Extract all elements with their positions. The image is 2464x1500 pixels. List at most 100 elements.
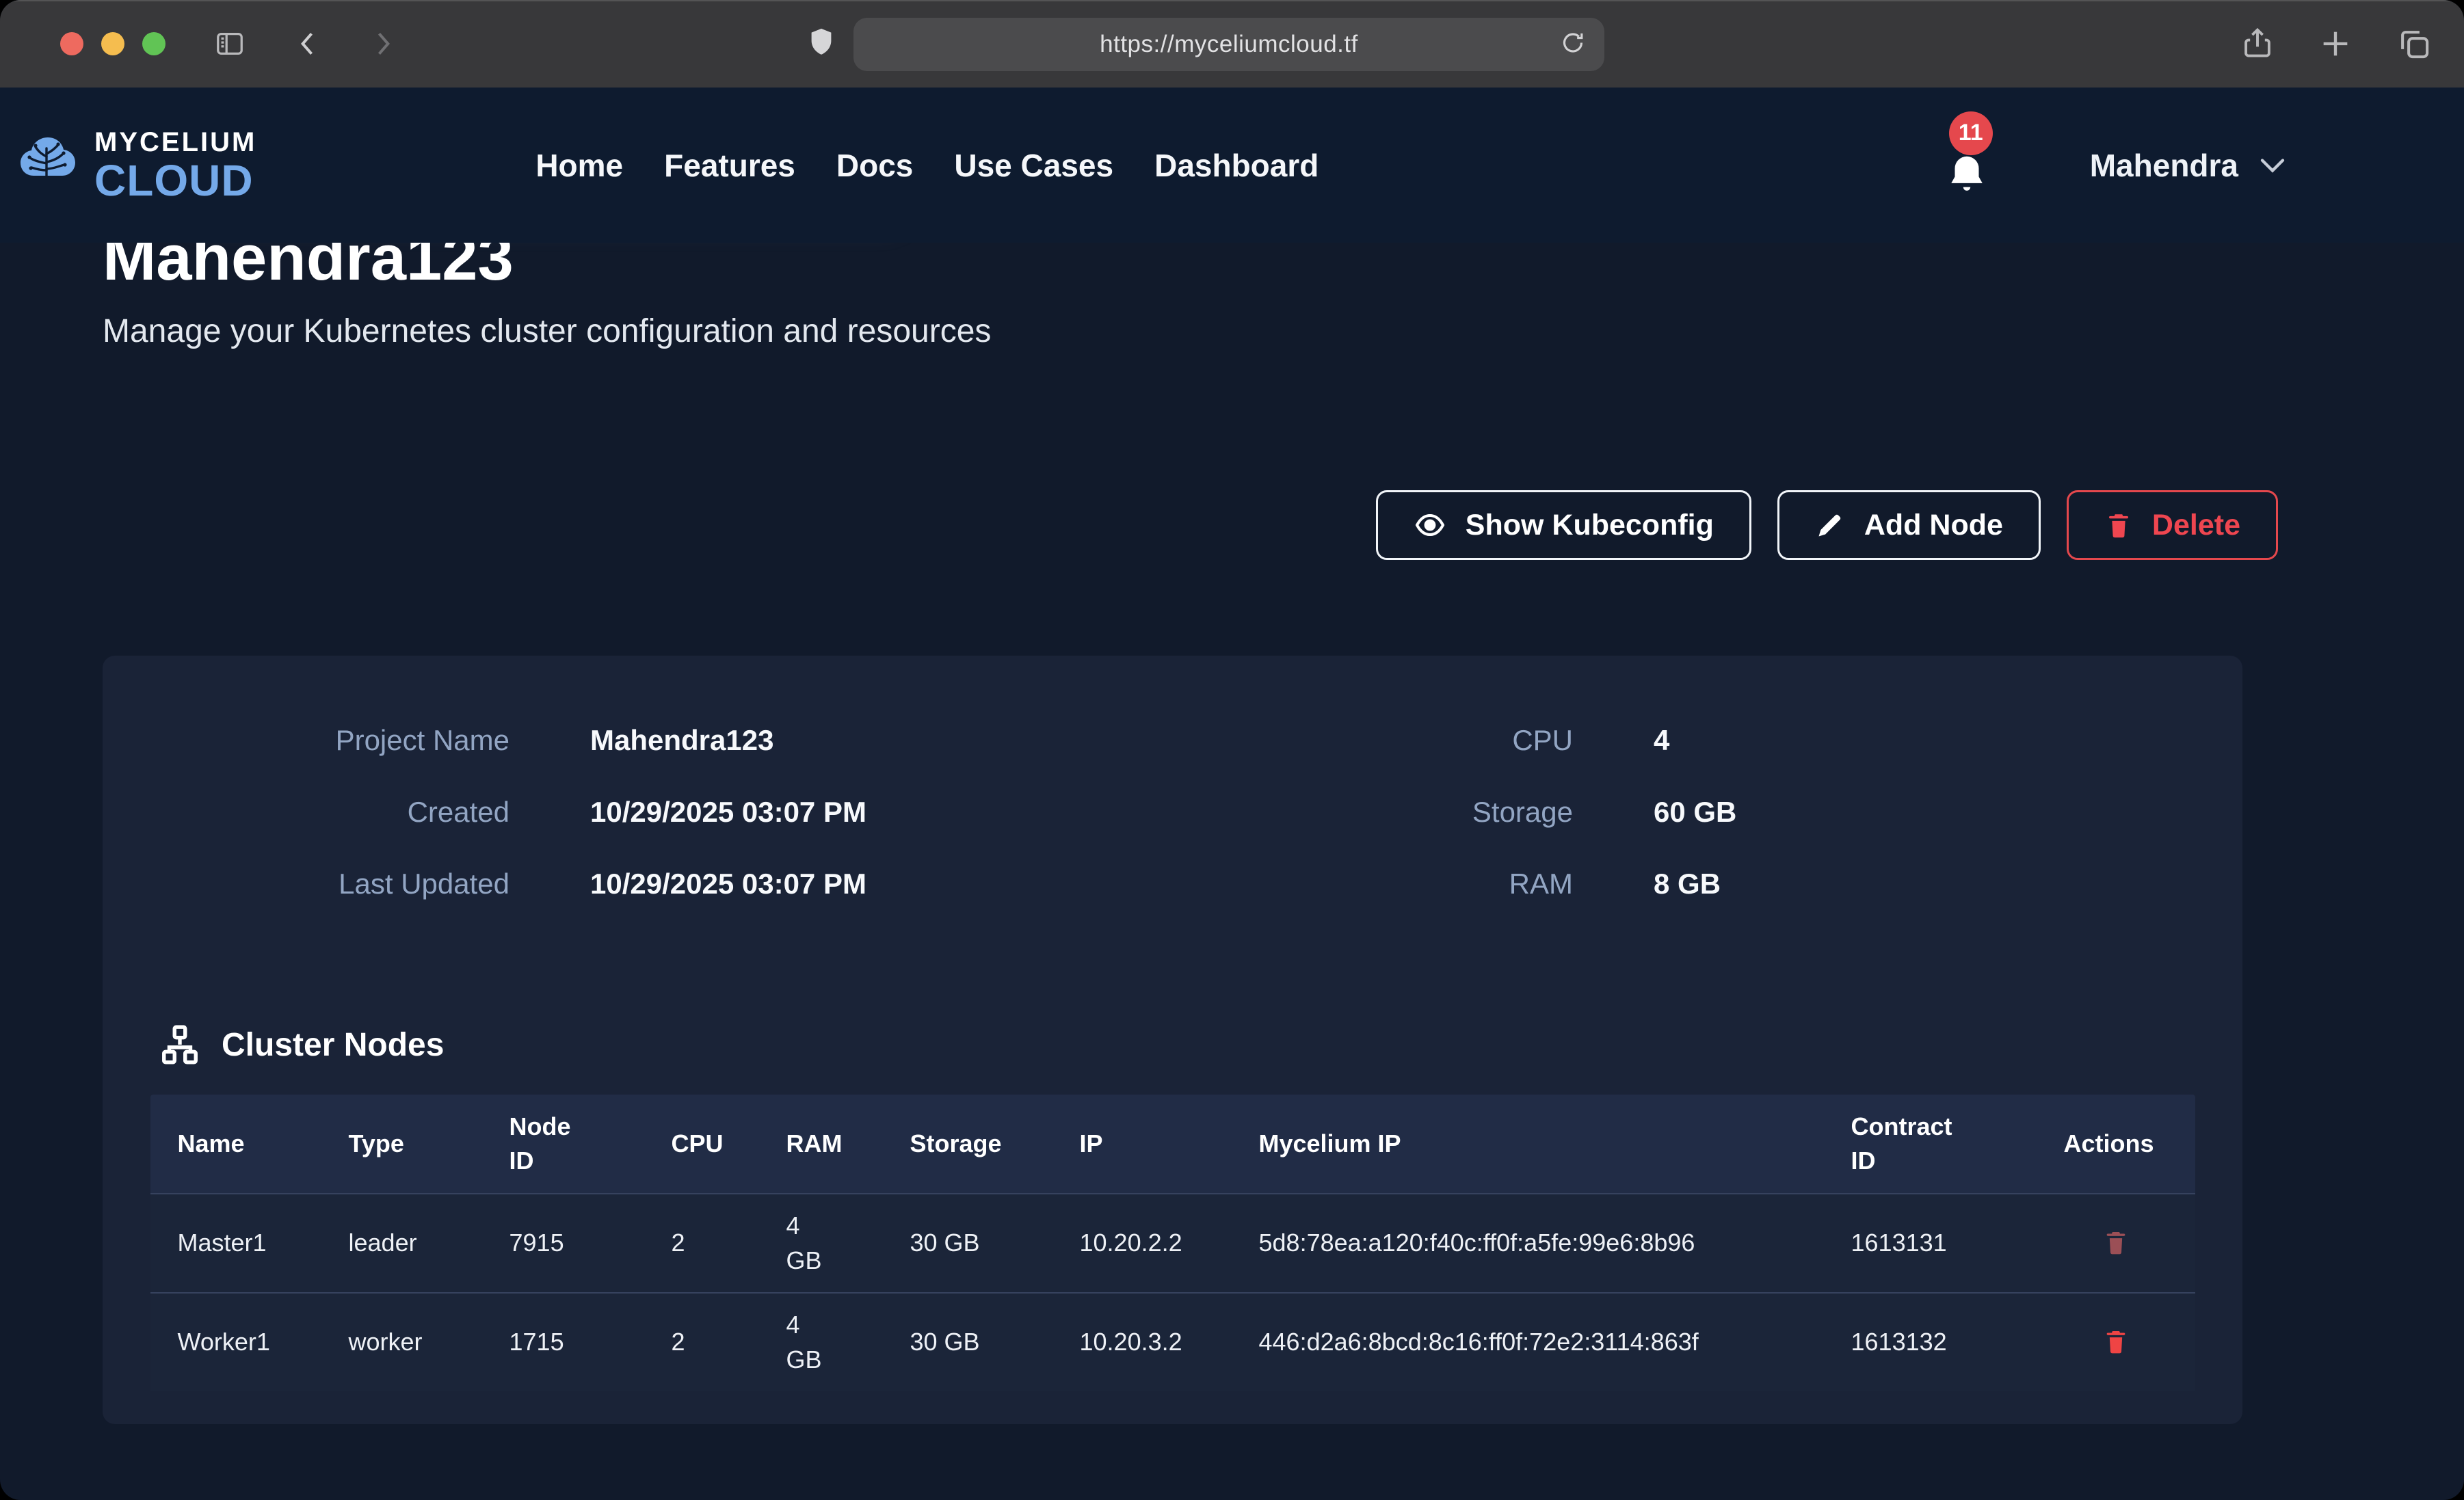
- user-menu[interactable]: Mahendra: [2090, 147, 2286, 184]
- project-name-label: Project Name: [103, 724, 509, 757]
- delete-label: Delete: [2152, 509, 2240, 542]
- created-label: Created: [103, 796, 509, 829]
- network-icon: [159, 1023, 201, 1066]
- site-navbar: MYCELIUM CLOUD Home Features Docs Use Ca…: [0, 88, 2464, 243]
- node-storage: 30 GB: [883, 1214, 1052, 1272]
- notification-badge: 11: [1949, 111, 1993, 155]
- privacy-shield-icon[interactable]: [806, 21, 837, 66]
- delete-node-button[interactable]: [2102, 1229, 2130, 1258]
- forward-icon[interactable]: [368, 24, 398, 64]
- cluster-details: Project Name Mahendra123 Created 10/29/2…: [103, 724, 2242, 1011]
- back-icon[interactable]: [293, 24, 323, 64]
- main-navigation: Home Features Docs Use Cases Dashboard: [535, 147, 1319, 184]
- nav-link-dashboard[interactable]: Dashboard: [1154, 147, 1319, 184]
- table-header-row: Name Type Node ID CPU RAM Storage IP Myc…: [150, 1095, 2195, 1193]
- detail-row: Created 10/29/2025 03:07 PM: [103, 796, 866, 829]
- node-id: 1715: [482, 1313, 644, 1371]
- show-kubeconfig-button[interactable]: Show Kubeconfig: [1376, 490, 1751, 560]
- cpu-value: 4: [1654, 724, 1669, 757]
- browser-toolbar: https://myceliumcloud.tf: [0, 0, 2464, 88]
- row-actions: [2037, 1315, 2195, 1369]
- last-updated-value: 10/29/2025 03:07 PM: [590, 868, 866, 900]
- node-ram: 4 GB: [759, 1196, 883, 1290]
- cluster-info-panel: Project Name Mahendra123 Created 10/29/2…: [103, 656, 2242, 1424]
- nav-link-use-cases[interactable]: Use Cases: [954, 147, 1113, 184]
- storage-value: 60 GB: [1654, 796, 1736, 829]
- minimize-window-button[interactable]: [101, 32, 124, 55]
- node-cpu: 2: [644, 1214, 759, 1272]
- table-row: Master1 leader 7915 2 4 GB 30 GB 10.20.2…: [150, 1193, 2195, 1292]
- node-storage: 30 GB: [883, 1313, 1052, 1371]
- detail-row: Project Name Mahendra123: [103, 724, 866, 757]
- user-name: Mahendra: [2090, 147, 2238, 184]
- detail-row: Last Updated 10/29/2025 03:07 PM: [103, 868, 866, 900]
- node-name: Master1: [150, 1214, 321, 1272]
- node-cpu: 2: [644, 1313, 759, 1371]
- cpu-label: CPU: [1303, 724, 1573, 757]
- node-id: 7915: [482, 1214, 644, 1272]
- node-ip: 10.20.3.2: [1052, 1313, 1232, 1371]
- sidebar-toggle-icon[interactable]: [212, 28, 248, 59]
- header-ip: IP: [1052, 1114, 1232, 1173]
- header-contract-id: Contract ID: [1824, 1097, 2037, 1191]
- logo-line2: CLOUD: [94, 159, 256, 202]
- toolbar-right-icons: [2240, 0, 2433, 88]
- tab-overview-icon[interactable]: [2396, 23, 2433, 65]
- header-name: Name: [150, 1114, 321, 1173]
- detail-row: CPU 4: [1303, 724, 1736, 757]
- node-ram: 4 GB: [759, 1296, 883, 1389]
- share-icon[interactable]: [2240, 23, 2275, 65]
- cluster-nodes-heading: Cluster Nodes: [103, 1023, 2242, 1066]
- nav-link-home[interactable]: Home: [535, 147, 623, 184]
- details-left-column: Project Name Mahendra123 Created 10/29/2…: [103, 724, 866, 900]
- new-tab-icon[interactable]: [2318, 23, 2353, 65]
- address-bar[interactable]: https://myceliumcloud.tf: [853, 18, 1604, 71]
- cluster-nodes-table: Name Type Node ID CPU RAM Storage IP Myc…: [150, 1095, 2195, 1391]
- close-window-button[interactable]: [60, 32, 83, 55]
- maximize-window-button[interactable]: [142, 32, 165, 55]
- ram-value: 8 GB: [1654, 868, 1721, 900]
- trash-icon: [2102, 1328, 2130, 1357]
- cloud-logo-icon: [15, 131, 81, 200]
- details-right-column: CPU 4 Storage 60 GB RAM 8 GB: [1303, 724, 1736, 900]
- add-node-label: Add Node: [1864, 509, 2003, 542]
- delete-node-button[interactable]: [2102, 1328, 2130, 1357]
- logo-line1: MYCELIUM: [94, 129, 256, 156]
- delete-cluster-button[interactable]: Delete: [2067, 490, 2278, 560]
- browser-window: https://myceliumcloud.tf: [0, 0, 2464, 1500]
- header-storage: Storage: [883, 1114, 1052, 1173]
- project-name-value: Mahendra123: [590, 724, 773, 757]
- header-mycelium-ip: Mycelium IP: [1232, 1114, 1824, 1173]
- node-type: worker: [321, 1313, 482, 1371]
- node-mycelium-ip: 446:d2a6:8bcd:8c16:ff0f:72e2:3114:863f: [1232, 1313, 1824, 1371]
- show-kubeconfig-label: Show Kubeconfig: [1466, 509, 1714, 542]
- eye-icon: [1414, 509, 1446, 541]
- bell-icon: [1943, 149, 1991, 203]
- cluster-actions: Show Kubeconfig Add Node Delete: [103, 490, 2361, 560]
- node-type: leader: [321, 1214, 482, 1272]
- trash-icon: [2104, 511, 2133, 539]
- reload-icon[interactable]: [1559, 27, 1587, 63]
- detail-row: RAM 8 GB: [1303, 868, 1736, 900]
- table-row: Worker1 worker 1715 2 4 GB 30 GB 10.20.3…: [150, 1292, 2195, 1391]
- notifications-button[interactable]: 11: [1941, 128, 1993, 203]
- logo-text: MYCELIUM CLOUD: [94, 129, 256, 202]
- cluster-detail-page: Mahendra123 Manage your Kubernetes clust…: [0, 221, 2464, 1478]
- pencil-icon: [1815, 510, 1845, 540]
- ram-label: RAM: [1303, 868, 1573, 900]
- mycelium-cloud-logo[interactable]: MYCELIUM CLOUD: [15, 129, 256, 202]
- header-node-id: Node ID: [482, 1097, 644, 1191]
- created-value: 10/29/2025 03:07 PM: [590, 796, 866, 829]
- node-mycelium-ip: 5d8:78ea:a120:f40c:ff0f:a5fe:99e6:8b96: [1232, 1214, 1824, 1272]
- page-subtitle: Manage your Kubernetes cluster configura…: [103, 312, 2361, 350]
- navbar-right: 11 Mahendra: [1941, 128, 2286, 203]
- nav-link-features[interactable]: Features: [664, 147, 795, 184]
- chevron-down-icon: [2259, 157, 2286, 178]
- header-ram: RAM: [759, 1114, 883, 1173]
- node-name: Worker1: [150, 1313, 321, 1371]
- nav-link-docs[interactable]: Docs: [836, 147, 913, 184]
- add-node-button[interactable]: Add Node: [1777, 490, 2041, 560]
- header-type: Type: [321, 1114, 482, 1173]
- header-actions: Actions: [2037, 1114, 2195, 1173]
- node-contract-id: 1613131: [1824, 1214, 2037, 1272]
